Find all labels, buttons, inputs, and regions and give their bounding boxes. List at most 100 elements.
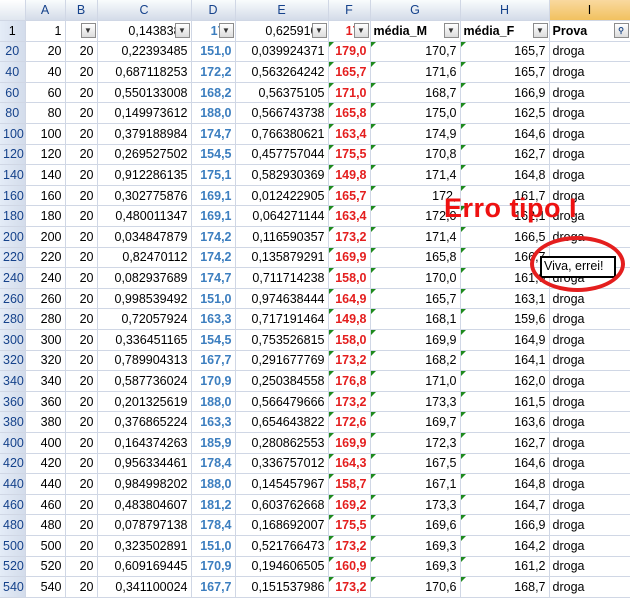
row-header[interactable]: 200 (0, 226, 26, 248)
cell-b[interactable]: 20 (65, 102, 98, 125)
cell-a[interactable]: 20 (25, 41, 66, 63)
cell-i[interactable]: droga (549, 123, 630, 145)
column-header-g[interactable]: G (370, 0, 461, 22)
cell-f[interactable]: 169,9 (328, 247, 371, 269)
cell-d[interactable]: 172,2 (191, 61, 236, 83)
cell-a[interactable]: 200 (25, 226, 66, 248)
cell-i[interactable]: droga (549, 41, 630, 63)
cell-a[interactable]: 360 (25, 391, 66, 413)
cell-a[interactable]: 40 (25, 61, 66, 83)
cell-e[interactable]: 0,457757044 (235, 144, 329, 166)
cell-f[interactable]: 149,8 (328, 164, 371, 186)
header-cell-c[interactable]: 0,1438388 ▼ (97, 20, 192, 42)
cell-c[interactable]: 0,078797138 (97, 514, 192, 536)
cell-c[interactable]: 0,587736024 (97, 370, 192, 392)
row-header[interactable]: 260 (0, 288, 26, 310)
row-header[interactable]: 20 (0, 41, 26, 63)
cell-c[interactable]: 0,323502891 (97, 535, 192, 557)
cell-g[interactable]: 170,8 (370, 144, 461, 166)
cell-i[interactable]: droga (549, 329, 630, 351)
row-header[interactable]: 240 (0, 267, 26, 289)
cell-a[interactable]: 160 (25, 185, 66, 207)
cell-e[interactable]: 0,711714238 (235, 267, 329, 289)
cell-f[interactable]: 175,5 (328, 144, 371, 166)
cell-c[interactable]: 0,034847879 (97, 226, 192, 248)
cell-e[interactable]: 0,194606505 (235, 556, 329, 578)
row-header[interactable]: 400 (0, 432, 26, 454)
cell-b[interactable]: 20 (65, 370, 98, 392)
cell-f[interactable]: 160,9 (328, 556, 371, 578)
cell-b[interactable]: 20 (65, 164, 98, 186)
cell-g[interactable]: 165,8 (370, 247, 461, 269)
cell-h[interactable]: 164,2 (460, 535, 550, 557)
cell-f[interactable]: 169,9 (328, 432, 371, 454)
cell-f[interactable]: 158,7 (328, 473, 371, 495)
cell-b[interactable]: 20 (65, 576, 98, 598)
cell-e[interactable]: 0,280862553 (235, 432, 329, 454)
cell-c[interactable]: 0,687118253 (97, 61, 192, 83)
cell-f[interactable]: 176,8 (328, 370, 371, 392)
cell-g[interactable]: 168,2 (370, 350, 461, 372)
cell-a[interactable]: 440 (25, 473, 66, 495)
cell-e[interactable]: 0,168692007 (235, 514, 329, 536)
cell-c[interactable]: 0,956334461 (97, 453, 192, 475)
row-header[interactable]: 500 (0, 535, 26, 557)
cell-f[interactable]: 164,3 (328, 453, 371, 475)
cell-b[interactable]: 20 (65, 453, 98, 475)
cell-g[interactable]: 170,0 (370, 267, 461, 289)
cell-h[interactable]: 161,5 (460, 391, 550, 413)
cell-h[interactable]: 164,8 (460, 164, 550, 186)
cell-h[interactable]: 164,8 (460, 473, 550, 495)
row-header[interactable]: 440 (0, 473, 26, 495)
cell-h[interactable]: 166,9 (460, 514, 550, 536)
row-header[interactable]: 420 (0, 453, 26, 475)
filter-dropdown-icon[interactable]: ▼ (353, 23, 369, 39)
cell-h[interactable]: 163,1 (460, 288, 550, 310)
cell-b[interactable]: 20 (65, 494, 98, 516)
cell-h[interactable]: 159,6 (460, 308, 550, 330)
cell-g[interactable]: 171,4 (370, 164, 461, 186)
cell-e[interactable]: 0,064271144 (235, 205, 329, 228)
cell-b[interactable]: 20 (65, 205, 98, 228)
cell-i[interactable]: droga (549, 308, 630, 330)
cell-h[interactable]: 164,6 (460, 453, 550, 475)
cell-e[interactable]: 0,974638444 (235, 288, 329, 310)
cell-d[interactable]: 167,7 (191, 350, 236, 372)
cell-e[interactable]: 0,012422905 (235, 185, 329, 207)
cell-c[interactable]: 0,376865224 (97, 411, 192, 433)
cell-d[interactable]: 167,7 (191, 576, 236, 598)
cell-d[interactable]: 174,7 (191, 123, 236, 145)
cell-e[interactable]: 0,717191464 (235, 308, 329, 330)
cell-b[interactable]: 20 (65, 82, 98, 104)
cell-d[interactable]: 174,7 (191, 267, 236, 289)
row-header[interactable]: 380 (0, 411, 26, 433)
cell-f[interactable]: 173,2 (328, 576, 371, 598)
cell-c[interactable]: 0,480011347 (97, 205, 192, 228)
cell-i[interactable]: droga (549, 144, 630, 166)
cell-a[interactable]: 180 (25, 205, 66, 228)
row-header[interactable]: 520 (0, 556, 26, 578)
cell-h[interactable]: 166,5 (460, 226, 550, 248)
cell-c[interactable]: 0,483804607 (97, 494, 192, 516)
header-cell-e[interactable]: 0,6259102 ▼ (235, 20, 329, 42)
column-header-b[interactable]: B (65, 0, 98, 22)
row-header[interactable]: 220 (0, 247, 26, 269)
cell-g[interactable]: 169,6 (370, 514, 461, 536)
cell-d[interactable]: 181,2 (191, 494, 236, 516)
cell-i[interactable]: droga (549, 473, 630, 495)
cell-e[interactable]: 0,603762668 (235, 494, 329, 516)
cell-e[interactable]: 0,151537986 (235, 576, 329, 598)
cell-b[interactable]: 20 (65, 432, 98, 454)
cell-d[interactable]: 163,3 (191, 411, 236, 433)
column-header-h[interactable]: H (460, 0, 550, 22)
cell-g[interactable]: 168,1 (370, 308, 461, 330)
cell-e[interactable]: 0,521766473 (235, 535, 329, 557)
row-header[interactable]: 460 (0, 494, 26, 516)
cell-d[interactable]: 154,5 (191, 329, 236, 351)
cell-c[interactable]: 0,269527502 (97, 144, 192, 166)
cell-c[interactable]: 0,302775876 (97, 185, 192, 207)
cell-i[interactable]: droga (549, 411, 630, 433)
cell-f[interactable]: 158,0 (328, 329, 371, 351)
cell-b[interactable]: 20 (65, 514, 98, 536)
cell-d[interactable]: 151,0 (191, 535, 236, 557)
